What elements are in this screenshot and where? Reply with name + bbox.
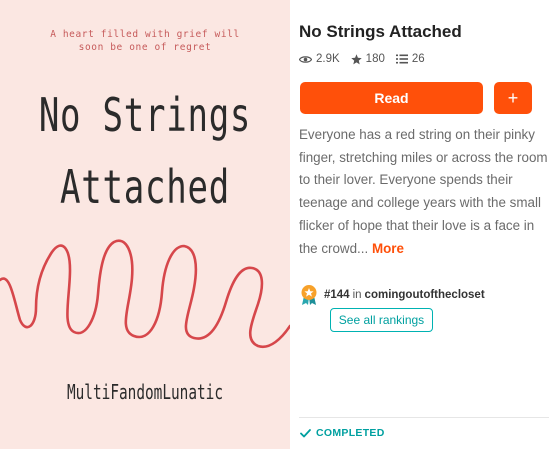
rank-number: #144 [324, 289, 350, 301]
list-icon [395, 54, 408, 64]
votes-count: 180 [365, 53, 385, 65]
eye-icon [299, 55, 312, 63]
cover-title-line1: No Strings [38, 88, 252, 142]
add-to-library-button[interactable]: + [494, 82, 532, 114]
cover-title-line2: Attached [60, 160, 230, 214]
divider [299, 417, 549, 418]
more-link[interactable]: More [372, 241, 404, 256]
ranking-row: #144 in comingoutofthecloset [299, 284, 485, 306]
checkmark-icon [300, 428, 311, 437]
cover-tagline-line1: A heart filled with grief will [50, 29, 240, 40]
story-info-panel: No Strings Attached 2.9K 180 26 Read + E… [290, 0, 559, 449]
rank-in-label: in [352, 289, 362, 301]
ranking-medal-icon [301, 285, 317, 305]
completed-label: COMPLETED [316, 427, 385, 439]
story-cover[interactable]: A heart filled with grief will soon be o… [0, 0, 290, 449]
completed-status: COMPLETED [300, 427, 385, 439]
parts-stat: 26 [395, 53, 425, 65]
cover-author: MultiFandomLunatic [66, 380, 224, 404]
star-icon [350, 53, 362, 64]
reads-count: 2.9K [316, 53, 340, 65]
story-stats: 2.9K 180 26 [299, 53, 436, 65]
description-text: Everyone has a red string on their pinky… [299, 127, 548, 256]
reads-stat: 2.9K [299, 53, 340, 65]
cover-tagline-line2: soon be one of regret [78, 42, 212, 53]
read-button[interactable]: Read [300, 82, 483, 114]
cover-tagline: A heart filled with grief will soon be o… [0, 28, 290, 54]
votes-stat: 180 [350, 53, 385, 65]
see-all-rankings-button[interactable]: See all rankings [330, 308, 433, 332]
story-title[interactable]: No Strings Attached [299, 22, 462, 42]
parts-count: 26 [411, 53, 425, 65]
story-description: Everyone has a red string on their pinky… [299, 124, 549, 260]
rank-tag[interactable]: comingoutofthecloset [365, 289, 485, 301]
red-string-illustration [0, 239, 290, 349]
